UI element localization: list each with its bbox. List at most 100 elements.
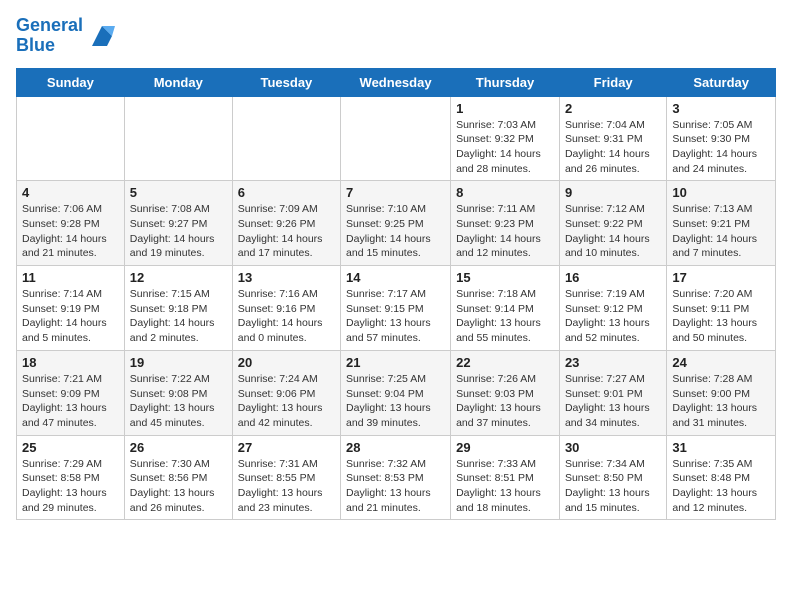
calendar-cell: 2Sunrise: 7:04 AMSunset: 9:31 PMDaylight… <box>559 96 666 181</box>
calendar-cell: 24 Sunrise: 7:28 AMSunset: 9:00 PMDayligh… <box>667 350 776 435</box>
day-info: Sunrise: 7:13 AMSunset: 9:21 PMDaylight:… <box>672 202 770 261</box>
day-info: Sunrise: 7:22 AMSunset: 9:08 PMDaylight:… <box>130 372 227 431</box>
logo-text: General Blue <box>16 16 83 56</box>
calendar-cell: 27 Sunrise: 7:31 AMSunset: 8:55 PMDayligh… <box>232 435 340 520</box>
calendar-cell: 20Sunrise: 7:24 AMSunset: 9:06 PMDayligh… <box>232 350 340 435</box>
day-info: Sunrise: 7:19 AMSunset: 9:12 PMDaylight:… <box>565 287 661 346</box>
calendar-cell: 6 Sunrise: 7:09 AMSunset: 9:26 PMDaylight… <box>232 181 340 266</box>
day-header-saturday: Saturday <box>667 68 776 96</box>
logo: General Blue <box>16 16 117 56</box>
calendar-cell: 23 Sunrise: 7:27 AMSunset: 9:01 PMDayligh… <box>559 350 666 435</box>
day-info: Sunrise: 7:12 AMSunset: 9:22 PMDaylight:… <box>565 202 661 261</box>
calendar-week-row: 11 Sunrise: 7:14 AMSunset: 9:19 PMDayligh… <box>17 266 776 351</box>
day-number: 16 <box>565 270 661 285</box>
calendar-cell: 3Sunrise: 7:05 AMSunset: 9:30 PMDaylight… <box>667 96 776 181</box>
day-info: Sunrise: 7:34 AMSunset: 8:50 PMDaylight:… <box>565 457 661 516</box>
day-header-tuesday: Tuesday <box>232 68 340 96</box>
calendar-cell: 31 Sunrise: 7:35 AMSunset: 8:48 PMDayligh… <box>667 435 776 520</box>
calendar-cell: 26 Sunrise: 7:30 AMSunset: 8:56 PMDayligh… <box>124 435 232 520</box>
calendar-header-row: SundayMondayTuesdayWednesdayThursdayFrid… <box>17 68 776 96</box>
calendar-cell: 21 Sunrise: 7:25 AMSunset: 9:04 PMDayligh… <box>341 350 451 435</box>
calendar-cell <box>232 96 340 181</box>
day-info: Sunrise: 7:33 AMSunset: 8:51 PMDaylight:… <box>456 457 554 516</box>
day-header-monday: Monday <box>124 68 232 96</box>
day-info: Sunrise: 7:20 AMSunset: 9:11 PMDaylight:… <box>672 287 770 346</box>
logo-icon <box>87 21 117 51</box>
day-number: 1 <box>456 101 554 116</box>
day-number: 30 <box>565 440 661 455</box>
day-info: Sunrise: 7:35 AMSunset: 8:48 PMDaylight:… <box>672 457 770 516</box>
day-info: Sunrise: 7:28 AMSunset: 9:00 PMDaylight:… <box>672 372 770 431</box>
calendar-cell: 30 Sunrise: 7:34 AMSunset: 8:50 PMDayligh… <box>559 435 666 520</box>
day-number: 9 <box>565 185 661 200</box>
calendar-cell <box>341 96 451 181</box>
day-number: 8 <box>456 185 554 200</box>
day-info: Sunrise: 7:32 AMSunset: 8:53 PMDaylight:… <box>346 457 445 516</box>
day-info: Sunrise: 7:18 AMSunset: 9:14 PMDaylight:… <box>456 287 554 346</box>
day-number: 21 <box>346 355 445 370</box>
day-number: 12 <box>130 270 227 285</box>
calendar-cell: 28 Sunrise: 7:32 AMSunset: 8:53 PMDayligh… <box>341 435 451 520</box>
calendar-cell: 13 Sunrise: 7:16 AMSunset: 9:16 PMDayligh… <box>232 266 340 351</box>
day-number: 4 <box>22 185 119 200</box>
logo-general: General <box>16 15 83 35</box>
day-number: 11 <box>22 270 119 285</box>
day-info: Sunrise: 7:29 AMSunset: 8:58 PMDaylight:… <box>22 457 119 516</box>
day-number: 3 <box>672 101 770 116</box>
day-info: Sunrise: 7:11 AMSunset: 9:23 PMDaylight:… <box>456 202 554 261</box>
calendar-week-row: 18Sunrise: 7:21 AMSunset: 9:09 PMDayligh… <box>17 350 776 435</box>
calendar-cell: 12Sunrise: 7:15 AMSunset: 9:18 PMDayligh… <box>124 266 232 351</box>
day-info: Sunrise: 7:17 AMSunset: 9:15 PMDaylight:… <box>346 287 445 346</box>
calendar-cell: 25 Sunrise: 7:29 AMSunset: 8:58 PMDayligh… <box>17 435 125 520</box>
day-number: 25 <box>22 440 119 455</box>
calendar-cell: 9 Sunrise: 7:12 AMSunset: 9:22 PMDaylight… <box>559 181 666 266</box>
calendar-cell: 8 Sunrise: 7:11 AMSunset: 9:23 PMDaylight… <box>451 181 560 266</box>
day-number: 14 <box>346 270 445 285</box>
day-number: 19 <box>130 355 227 370</box>
day-number: 24 <box>672 355 770 370</box>
day-info: Sunrise: 7:24 AMSunset: 9:06 PMDaylight:… <box>238 372 335 431</box>
day-info: Sunrise: 7:27 AMSunset: 9:01 PMDaylight:… <box>565 372 661 431</box>
day-number: 29 <box>456 440 554 455</box>
page-header: General Blue <box>16 16 776 56</box>
calendar-cell: 29 Sunrise: 7:33 AMSunset: 8:51 PMDayligh… <box>451 435 560 520</box>
day-info: Sunrise: 7:26 AMSunset: 9:03 PMDaylight:… <box>456 372 554 431</box>
day-info: Sunrise: 7:08 AMSunset: 9:27 PMDaylight:… <box>130 202 227 261</box>
calendar-cell <box>124 96 232 181</box>
day-number: 31 <box>672 440 770 455</box>
day-info: Sunrise: 7:10 AMSunset: 9:25 PMDaylight:… <box>346 202 445 261</box>
day-number: 5 <box>130 185 227 200</box>
day-number: 27 <box>238 440 335 455</box>
day-info: Sunrise: 7:31 AMSunset: 8:55 PMDaylight:… <box>238 457 335 516</box>
day-number: 23 <box>565 355 661 370</box>
calendar-cell <box>17 96 125 181</box>
calendar-week-row: 1 Sunrise: 7:03 AMSunset: 9:32 PMDaylight… <box>17 96 776 181</box>
day-header-thursday: Thursday <box>451 68 560 96</box>
day-header-wednesday: Wednesday <box>341 68 451 96</box>
day-number: 6 <box>238 185 335 200</box>
calendar-cell: 5 Sunrise: 7:08 AMSunset: 9:27 PMDaylight… <box>124 181 232 266</box>
day-info: Sunrise: 7:16 AMSunset: 9:16 PMDaylight:… <box>238 287 335 346</box>
day-info: Sunrise: 7:30 AMSunset: 8:56 PMDaylight:… <box>130 457 227 516</box>
day-info: Sunrise: 7:14 AMSunset: 9:19 PMDaylight:… <box>22 287 119 346</box>
calendar-cell: 14 Sunrise: 7:17 AMSunset: 9:15 PMDayligh… <box>341 266 451 351</box>
day-number: 22 <box>456 355 554 370</box>
day-number: 13 <box>238 270 335 285</box>
day-header-friday: Friday <box>559 68 666 96</box>
day-number: 18 <box>22 355 119 370</box>
calendar-cell: 11 Sunrise: 7:14 AMSunset: 9:19 PMDayligh… <box>17 266 125 351</box>
calendar-week-row: 4 Sunrise: 7:06 AMSunset: 9:28 PMDaylight… <box>17 181 776 266</box>
calendar-cell: 10Sunrise: 7:13 AMSunset: 9:21 PMDayligh… <box>667 181 776 266</box>
day-info: Sunrise: 7:06 AMSunset: 9:28 PMDaylight:… <box>22 202 119 261</box>
calendar-cell: 1 Sunrise: 7:03 AMSunset: 9:32 PMDaylight… <box>451 96 560 181</box>
day-info: Sunrise: 7:09 AMSunset: 9:26 PMDaylight:… <box>238 202 335 261</box>
calendar-table: SundayMondayTuesdayWednesdayThursdayFrid… <box>16 68 776 521</box>
day-info: Sunrise: 7:25 AMSunset: 9:04 PMDaylight:… <box>346 372 445 431</box>
calendar-cell: 18Sunrise: 7:21 AMSunset: 9:09 PMDayligh… <box>17 350 125 435</box>
day-number: 15 <box>456 270 554 285</box>
day-info: Sunrise: 7:03 AMSunset: 9:32 PMDaylight:… <box>456 118 554 177</box>
calendar-cell: 4 Sunrise: 7:06 AMSunset: 9:28 PMDaylight… <box>17 181 125 266</box>
day-number: 28 <box>346 440 445 455</box>
calendar-cell: 22 Sunrise: 7:26 AMSunset: 9:03 PMDayligh… <box>451 350 560 435</box>
day-number: 26 <box>130 440 227 455</box>
